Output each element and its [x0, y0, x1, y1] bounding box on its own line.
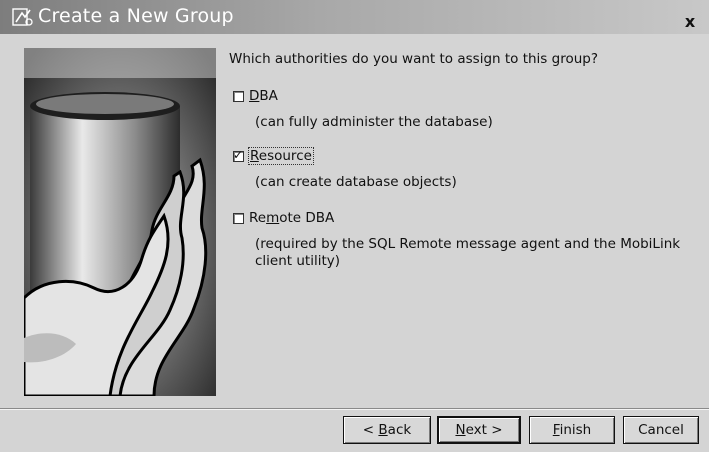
- dba-checkbox[interactable]: DBA: [233, 88, 278, 104]
- remote-dba-checkbox-box[interactable]: [233, 212, 244, 224]
- resource-label: Resource: [248, 147, 314, 165]
- remote-dba-checkbox[interactable]: Remote DBA: [233, 210, 334, 226]
- resource-checkbox-box[interactable]: ✓: [233, 147, 244, 162]
- dba-label: DBA: [249, 88, 278, 104]
- cancel-button[interactable]: Cancel: [623, 416, 699, 444]
- authorities-prompt: Which authorities do you want to assign …: [229, 51, 599, 67]
- title-bar[interactable]: Create a New Group x: [0, 0, 709, 34]
- dba-checkbox-box[interactable]: [233, 90, 244, 102]
- wizard-side-image: [24, 48, 216, 396]
- resource-checkbox[interactable]: ✓ Resource: [233, 147, 314, 165]
- app-wizard-icon: [12, 8, 33, 26]
- remote-dba-description-line1: (required by the SQL Remote message agen…: [255, 236, 681, 252]
- remote-dba-label: Remote DBA: [249, 210, 335, 226]
- finish-button[interactable]: Finish: [529, 416, 615, 444]
- checkmark-icon: ✓: [233, 147, 244, 162]
- back-button[interactable]: < Back: [343, 416, 431, 444]
- window-title: Create a New Group: [38, 5, 234, 27]
- remote-dba-description-line2: client utility): [255, 253, 341, 269]
- remote-dba-description: (required by the SQL Remote message agen…: [255, 236, 680, 270]
- next-button[interactable]: Next >: [437, 416, 521, 444]
- button-separator: [0, 408, 709, 410]
- dba-description: (can fully administer the database): [255, 114, 493, 130]
- resource-description: (can create database objects): [255, 174, 457, 190]
- close-button[interactable]: x: [681, 13, 699, 31]
